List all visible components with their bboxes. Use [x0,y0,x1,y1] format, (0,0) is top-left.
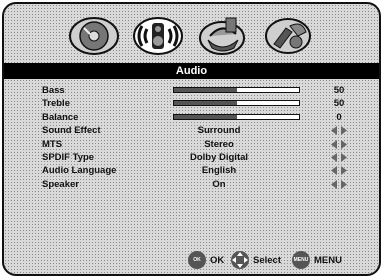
bass-slider[interactable] [173,87,300,93]
slider-fill [174,88,237,92]
menu-hint[interactable]: MENU MENU [292,249,342,271]
setting-label: SPDIF Type [42,151,95,163]
settings-list: Bass 50 Treble 50 Balance 0 Sound Effect… [4,84,379,191]
menu-icon-bar [4,4,379,62]
setting-value: 50 [333,85,345,96]
left-right-arrow-icon[interactable] [331,126,347,136]
ok-button-icon: OK [188,251,206,269]
ok-hint[interactable]: OK OK [188,249,224,271]
treble-slider[interactable] [173,100,300,107]
left-right-arrow-icon[interactable] [331,139,347,149]
menu-label: MENU [314,254,342,266]
picture-disc-icon[interactable] [68,14,120,56]
ok-label: OK [210,254,225,266]
setting-row-mts[interactable]: MTS Stereo [4,138,379,151]
footer-hints: OK OK Select MENU MENU [4,247,379,273]
left-right-arrow-icon[interactable] [331,152,347,162]
setting-value: On [212,178,226,190]
setting-value: Dolby Digital [189,151,249,163]
setting-value: 50 [333,98,345,110]
setting-row-speaker[interactable]: Speaker On [4,178,379,191]
setting-value: 0 [336,111,342,123]
menu-title: Audio [4,63,379,79]
setting-label: Speaker [42,178,79,190]
slider-fill [174,101,237,106]
setting-label: Audio Language [42,165,117,177]
setting-row-sound-effect[interactable]: Sound Effect Surround [4,124,379,137]
dpad-icon [231,251,249,269]
setting-value: Stereo [204,138,234,150]
setting-label: MTS [42,138,63,150]
setting-label: Sound Effect [42,125,101,137]
select-hint[interactable]: Select [230,249,281,271]
setting-row-bass[interactable]: Bass 50 [4,84,379,97]
menu-button-icon: MENU [292,251,310,269]
balance-slider[interactable] [173,113,300,120]
setting-row-treble[interactable]: Treble 50 [4,97,379,110]
left-right-arrow-icon[interactable] [331,166,347,176]
setting-row-balance[interactable]: Balance 0 [4,111,379,124]
setting-label: Treble [42,98,70,110]
setting-value: Surround [197,125,241,137]
setting-row-audio-language[interactable]: Audio Language English [4,164,379,177]
setup-tools-icon[interactable] [262,14,314,56]
setting-row-spdif-type[interactable]: SPDIF Type Dolby Digital [4,151,379,164]
osd-menu: Audio Bass 50 Treble 50 Balance 0 Sound … [2,2,381,276]
setting-label: Balance [42,111,79,123]
setting-label: Bass [42,85,65,96]
audio-speaker-icon[interactable] [132,14,184,56]
channel-dish-icon[interactable] [196,14,248,56]
slider-fill [174,114,237,119]
left-right-arrow-icon[interactable] [331,179,347,189]
setting-value: English [201,165,237,177]
select-label: Select [253,254,281,266]
